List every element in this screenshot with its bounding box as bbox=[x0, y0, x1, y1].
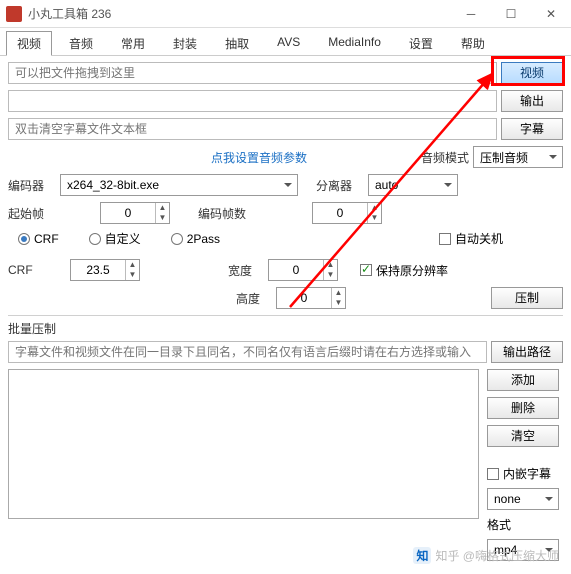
keep-res-check[interactable]: 保持原分辨率 bbox=[360, 262, 448, 279]
separator-line bbox=[8, 315, 563, 316]
audio-mode-label: 音频模式 bbox=[421, 149, 469, 166]
minimize-button[interactable]: ─ bbox=[451, 0, 491, 28]
video-button[interactable]: 视频 bbox=[501, 62, 563, 84]
audio-params-link[interactable]: 点我设置音频参数 bbox=[211, 147, 307, 168]
batch-hint-input[interactable] bbox=[8, 341, 487, 363]
titlebar: 小丸工具箱 236 ─ ☐ ✕ bbox=[0, 0, 571, 28]
height-input[interactable]: 0▲▼ bbox=[276, 287, 346, 309]
audio-mode-select[interactable]: 压制音频 bbox=[473, 146, 563, 168]
embed-sub-select[interactable]: none bbox=[487, 488, 559, 510]
batch-list[interactable] bbox=[8, 369, 479, 519]
tab-help[interactable]: 帮助 bbox=[450, 31, 496, 56]
tab-common[interactable]: 常用 bbox=[110, 31, 156, 56]
tab-video[interactable]: 视频 bbox=[6, 31, 52, 56]
width-label: 宽度 bbox=[228, 262, 252, 279]
tab-avs[interactable]: AVS bbox=[266, 31, 311, 56]
tab-extract[interactable]: 抽取 bbox=[214, 31, 260, 56]
tab-settings[interactable]: 设置 bbox=[398, 31, 444, 56]
enc-frames-input[interactable]: 0▲▼ bbox=[312, 202, 382, 224]
delete-button[interactable]: 删除 bbox=[487, 397, 559, 419]
client-area: 视频 输出 字幕 点我设置音频参数 音频模式 压制音频 编码器 x264_32-… bbox=[0, 56, 571, 574]
auto-shutdown-check[interactable]: 自动关机 bbox=[439, 230, 503, 247]
enc-frames-label: 编码帧数 bbox=[198, 205, 246, 222]
maximize-button[interactable]: ☐ bbox=[491, 0, 531, 28]
encoder-select[interactable]: x264_32-8bit.exe bbox=[60, 174, 298, 196]
crf-radio[interactable]: CRF bbox=[18, 232, 59, 246]
start-frame-input[interactable]: 0▲▼ bbox=[100, 202, 170, 224]
encoder-label: 编码器 bbox=[8, 177, 56, 194]
app-icon bbox=[6, 6, 22, 22]
subtitle-input[interactable] bbox=[8, 118, 497, 140]
embed-subtitle-check[interactable]: 内嵌字幕 bbox=[487, 465, 563, 482]
2pass-radio[interactable]: 2Pass bbox=[171, 232, 220, 246]
output-path-button[interactable]: 输出路径 bbox=[491, 341, 563, 363]
start-frame-label: 起始帧 bbox=[8, 205, 56, 222]
compress-button[interactable]: 压制 bbox=[491, 287, 563, 309]
window-title: 小丸工具箱 236 bbox=[28, 5, 451, 22]
crf-input[interactable]: 23.5▲▼ bbox=[70, 259, 140, 281]
custom-radio[interactable]: 自定义 bbox=[89, 230, 141, 247]
tab-audio[interactable]: 音频 bbox=[58, 31, 104, 56]
separator-select[interactable]: auto bbox=[368, 174, 458, 196]
format-label: 格式 bbox=[487, 516, 563, 533]
video-drop-input[interactable] bbox=[8, 62, 497, 84]
separator-label: 分离器 bbox=[316, 177, 364, 194]
close-button[interactable]: ✕ bbox=[531, 0, 571, 28]
subtitle-button[interactable]: 字幕 bbox=[501, 118, 563, 140]
add-button[interactable]: 添加 bbox=[487, 369, 559, 391]
batch-label: 批量压制 bbox=[8, 320, 563, 337]
height-label: 高度 bbox=[236, 290, 260, 307]
clear-button[interactable]: 清空 bbox=[487, 425, 559, 447]
tab-mux[interactable]: 封装 bbox=[162, 31, 208, 56]
tabstrip: 视频 音频 常用 封装 抽取 AVS MediaInfo 设置 帮助 bbox=[0, 28, 571, 56]
output-button[interactable]: 输出 bbox=[501, 90, 563, 112]
format-select[interactable]: mp4 bbox=[487, 539, 559, 561]
output-input[interactable] bbox=[8, 90, 497, 112]
tab-mediainfo[interactable]: MediaInfo bbox=[317, 31, 392, 56]
width-input[interactable]: 0▲▼ bbox=[268, 259, 338, 281]
